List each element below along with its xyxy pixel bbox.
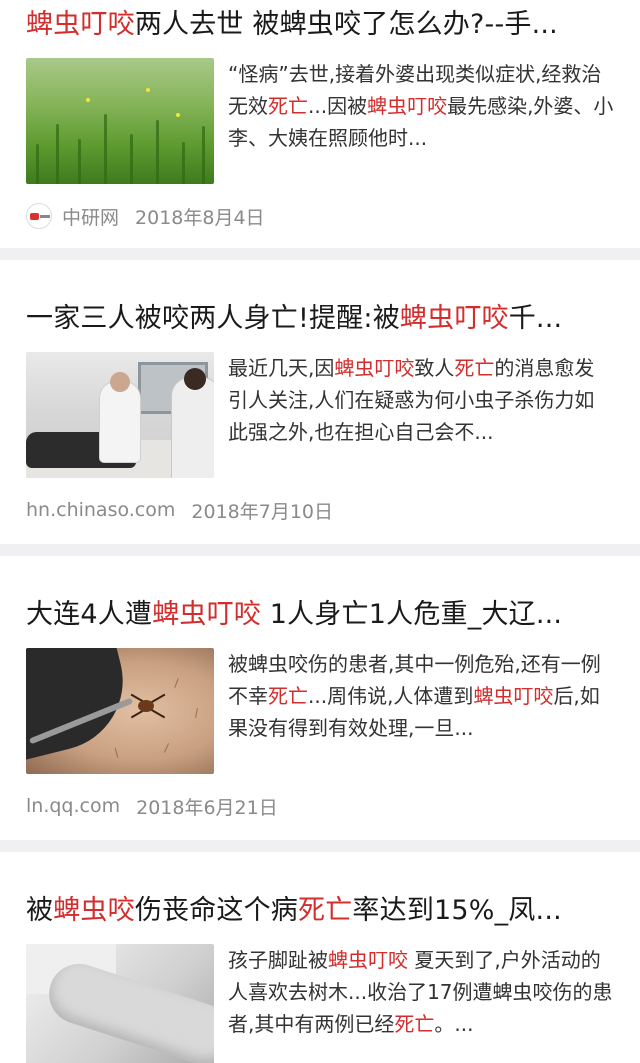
thumbnail-image[interactable] xyxy=(26,944,214,1063)
result-source: ln.qq.com xyxy=(26,795,121,817)
result-snippet: 最近几天,因蜱虫叮咬致人死亡的消息愈发引人关注,人们在疑惑为何小虫子杀伤力如此强… xyxy=(228,356,595,444)
thumbnail-image[interactable] xyxy=(26,648,214,774)
result-card[interactable]: 大连4人遭蜱虫叮咬 1人身亡1人危重_大辽... 被蜱虫咬伤的患者,其中一例危殆… xyxy=(0,556,640,840)
result-date: 2018年8月4日 xyxy=(135,206,265,229)
result-card[interactable]: 被蜱虫咬伤丧命这个病死亡率达到15%_凤... 孩子脚趾被蜱虫叮咬 夏天到了,户… xyxy=(0,852,640,1063)
result-meta: hn.chinaso.com 2018年7月10日 xyxy=(26,496,614,524)
result-meta: 中研网 2018年8月4日 xyxy=(26,202,614,230)
search-results-feed: 蜱虫叮咬两人去世 被蜱虫咬了怎么办?--手... “怪病”去世,接着外婆出现类似… xyxy=(0,0,640,1063)
result-snippet: “怪病”去世,接着外婆出现类似症状,经救治无效死亡...因被蜱虫叮咬最先感染,外… xyxy=(228,62,614,150)
thumbnail-image[interactable] xyxy=(26,58,214,184)
result-snippet: 被蜱虫咬伤的患者,其中一例危殆,还有一例不幸死亡...周伟说,人体遭到蜱虫叮咬后… xyxy=(228,652,601,740)
result-meta: ln.qq.com 2018年6月21日 xyxy=(26,792,614,820)
result-source: hn.chinaso.com xyxy=(26,499,176,521)
title-text: 两人去世 被蜱虫咬了怎么办?--手... xyxy=(134,9,558,40)
thumbnail-image[interactable] xyxy=(26,352,214,478)
result-source: 中研网 xyxy=(62,206,120,229)
title-highlight: 蜱虫叮咬 xyxy=(26,9,135,40)
card-divider xyxy=(0,544,640,556)
zhongyan-logo-icon xyxy=(26,203,52,229)
result-title[interactable]: 蜱虫叮咬两人去世 被蜱虫咬了怎么办?--手... xyxy=(26,6,614,44)
result-card[interactable]: 蜱虫叮咬两人去世 被蜱虫咬了怎么办?--手... “怪病”去世,接着外婆出现类似… xyxy=(0,0,640,248)
card-divider xyxy=(0,840,640,852)
result-title[interactable]: 一家三人被咬两人身亡!提醒:被蜱虫叮咬千... xyxy=(26,300,614,338)
result-date: 2018年7月10日 xyxy=(191,500,334,523)
result-snippet: 孩子脚趾被蜱虫叮咬 夏天到了,户外活动的人喜欢去树木...收治了17例遭蜱虫咬伤… xyxy=(228,948,613,1036)
result-date: 2018年6月21日 xyxy=(136,796,278,819)
result-title[interactable]: 被蜱虫咬伤丧命这个病死亡率达到15%_凤... xyxy=(26,892,614,930)
card-divider xyxy=(0,248,640,260)
result-card[interactable]: 一家三人被咬两人身亡!提醒:被蜱虫叮咬千... 最近几天,因蜱虫叮咬致人死亡的消… xyxy=(0,260,640,544)
result-title[interactable]: 大连4人遭蜱虫叮咬 1人身亡1人危重_大辽... xyxy=(26,596,614,634)
